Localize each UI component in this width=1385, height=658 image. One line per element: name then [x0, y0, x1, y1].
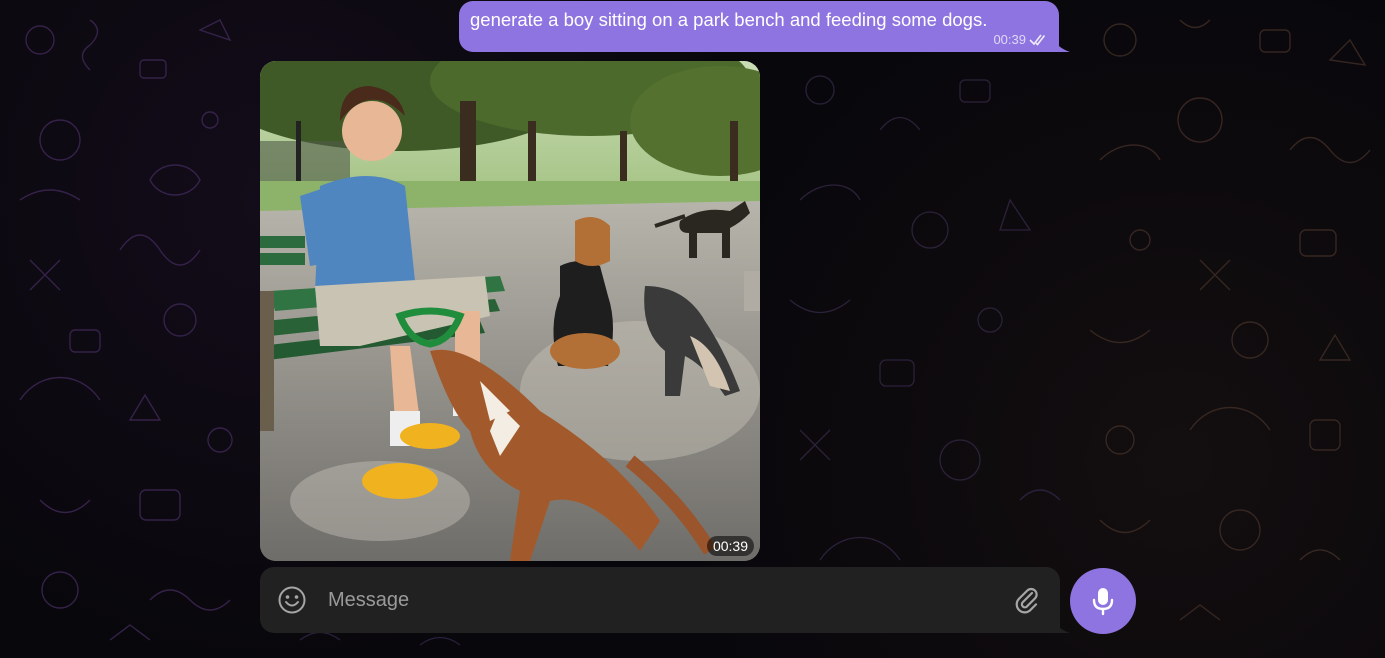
- paperclip-icon[interactable]: [1012, 585, 1042, 615]
- generated-image: [260, 61, 760, 561]
- message-composer: [260, 567, 1060, 633]
- message-meta: 00:39: [993, 32, 1049, 47]
- double-check-icon: [1029, 34, 1046, 46]
- microphone-icon: [1092, 588, 1114, 616]
- outgoing-message-bubble[interactable]: generate a boy sitting on a park bench a…: [459, 1, 1059, 52]
- message-time: 00:39: [993, 32, 1026, 47]
- composer-tail: [1052, 619, 1070, 633]
- chat-background: generate a boy sitting on a park bench a…: [0, 0, 1385, 658]
- generated-image-message[interactable]: 00:39: [260, 61, 760, 561]
- message-text: generate a boy sitting on a park bench a…: [470, 9, 988, 30]
- bubble-tail: [1052, 38, 1070, 52]
- smile-icon[interactable]: [277, 585, 307, 615]
- voice-record-button[interactable]: [1070, 568, 1136, 634]
- message-input[interactable]: [328, 583, 998, 617]
- image-time: 00:39: [706, 536, 754, 556]
